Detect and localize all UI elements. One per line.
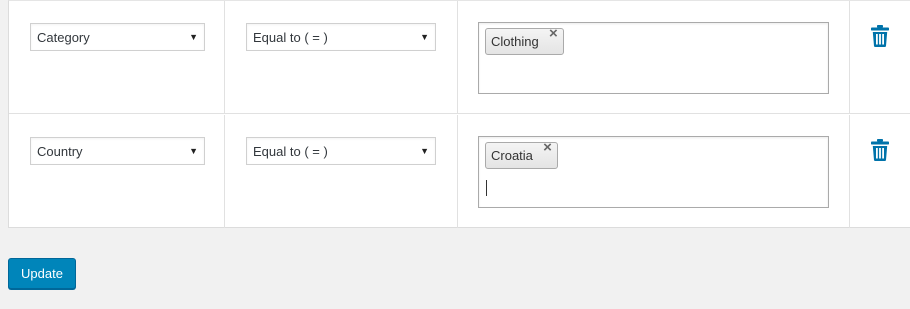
operator-cell: Equal to ( = ) ▼ — [225, 115, 458, 228]
parameter-select[interactable]: Country ▼ — [30, 137, 205, 165]
parameter-select[interactable]: Category ▼ — [30, 23, 205, 51]
value-tag: Croatia × — [485, 139, 558, 169]
value-multiselect[interactable]: Croatia × — [478, 136, 829, 208]
action-cell — [850, 1, 910, 113]
parameter-cell: Country ▼ — [9, 115, 225, 228]
value-tag-label: Clothing — [491, 34, 539, 49]
trash-icon[interactable] — [871, 25, 889, 47]
text-cursor — [486, 180, 487, 196]
operator-cell: Equal to ( = ) ▼ — [225, 1, 458, 113]
trash-icon[interactable] — [871, 139, 889, 161]
remove-tag-icon[interactable]: × — [543, 138, 552, 158]
value-cell: Clothing × — [458, 1, 850, 113]
operator-select-value: Equal to ( = ) — [253, 144, 328, 159]
parameter-select-value: Category — [37, 30, 90, 45]
chevron-down-icon: ▼ — [420, 146, 429, 156]
operator-select[interactable]: Equal to ( = ) ▼ — [246, 23, 436, 51]
chevron-down-icon: ▼ — [189, 32, 198, 42]
value-tag-label: Croatia — [491, 148, 533, 163]
operator-select-value: Equal to ( = ) — [253, 30, 328, 45]
action-cell — [850, 115, 910, 228]
value-multiselect[interactable]: Clothing × — [478, 22, 829, 94]
chevron-down-icon: ▼ — [189, 146, 198, 156]
update-button[interactable]: Update — [8, 258, 76, 289]
value-cell: Croatia × — [458, 115, 850, 228]
value-tag: Clothing × — [485, 25, 564, 55]
parameter-select-value: Country — [37, 144, 83, 159]
remove-tag-icon[interactable]: × — [549, 24, 558, 44]
operator-select[interactable]: Equal to ( = ) ▼ — [246, 137, 436, 165]
rule-row: Category ▼ Equal to ( = ) ▼ Clothing × — [9, 1, 910, 114]
parameter-cell: Category ▼ — [9, 1, 225, 113]
rule-row: Country ▼ Equal to ( = ) ▼ Croatia × — [9, 115, 910, 228]
chevron-down-icon: ▼ — [420, 32, 429, 42]
conditions-table: Category ▼ Equal to ( = ) ▼ Clothing × C… — [8, 0, 910, 228]
